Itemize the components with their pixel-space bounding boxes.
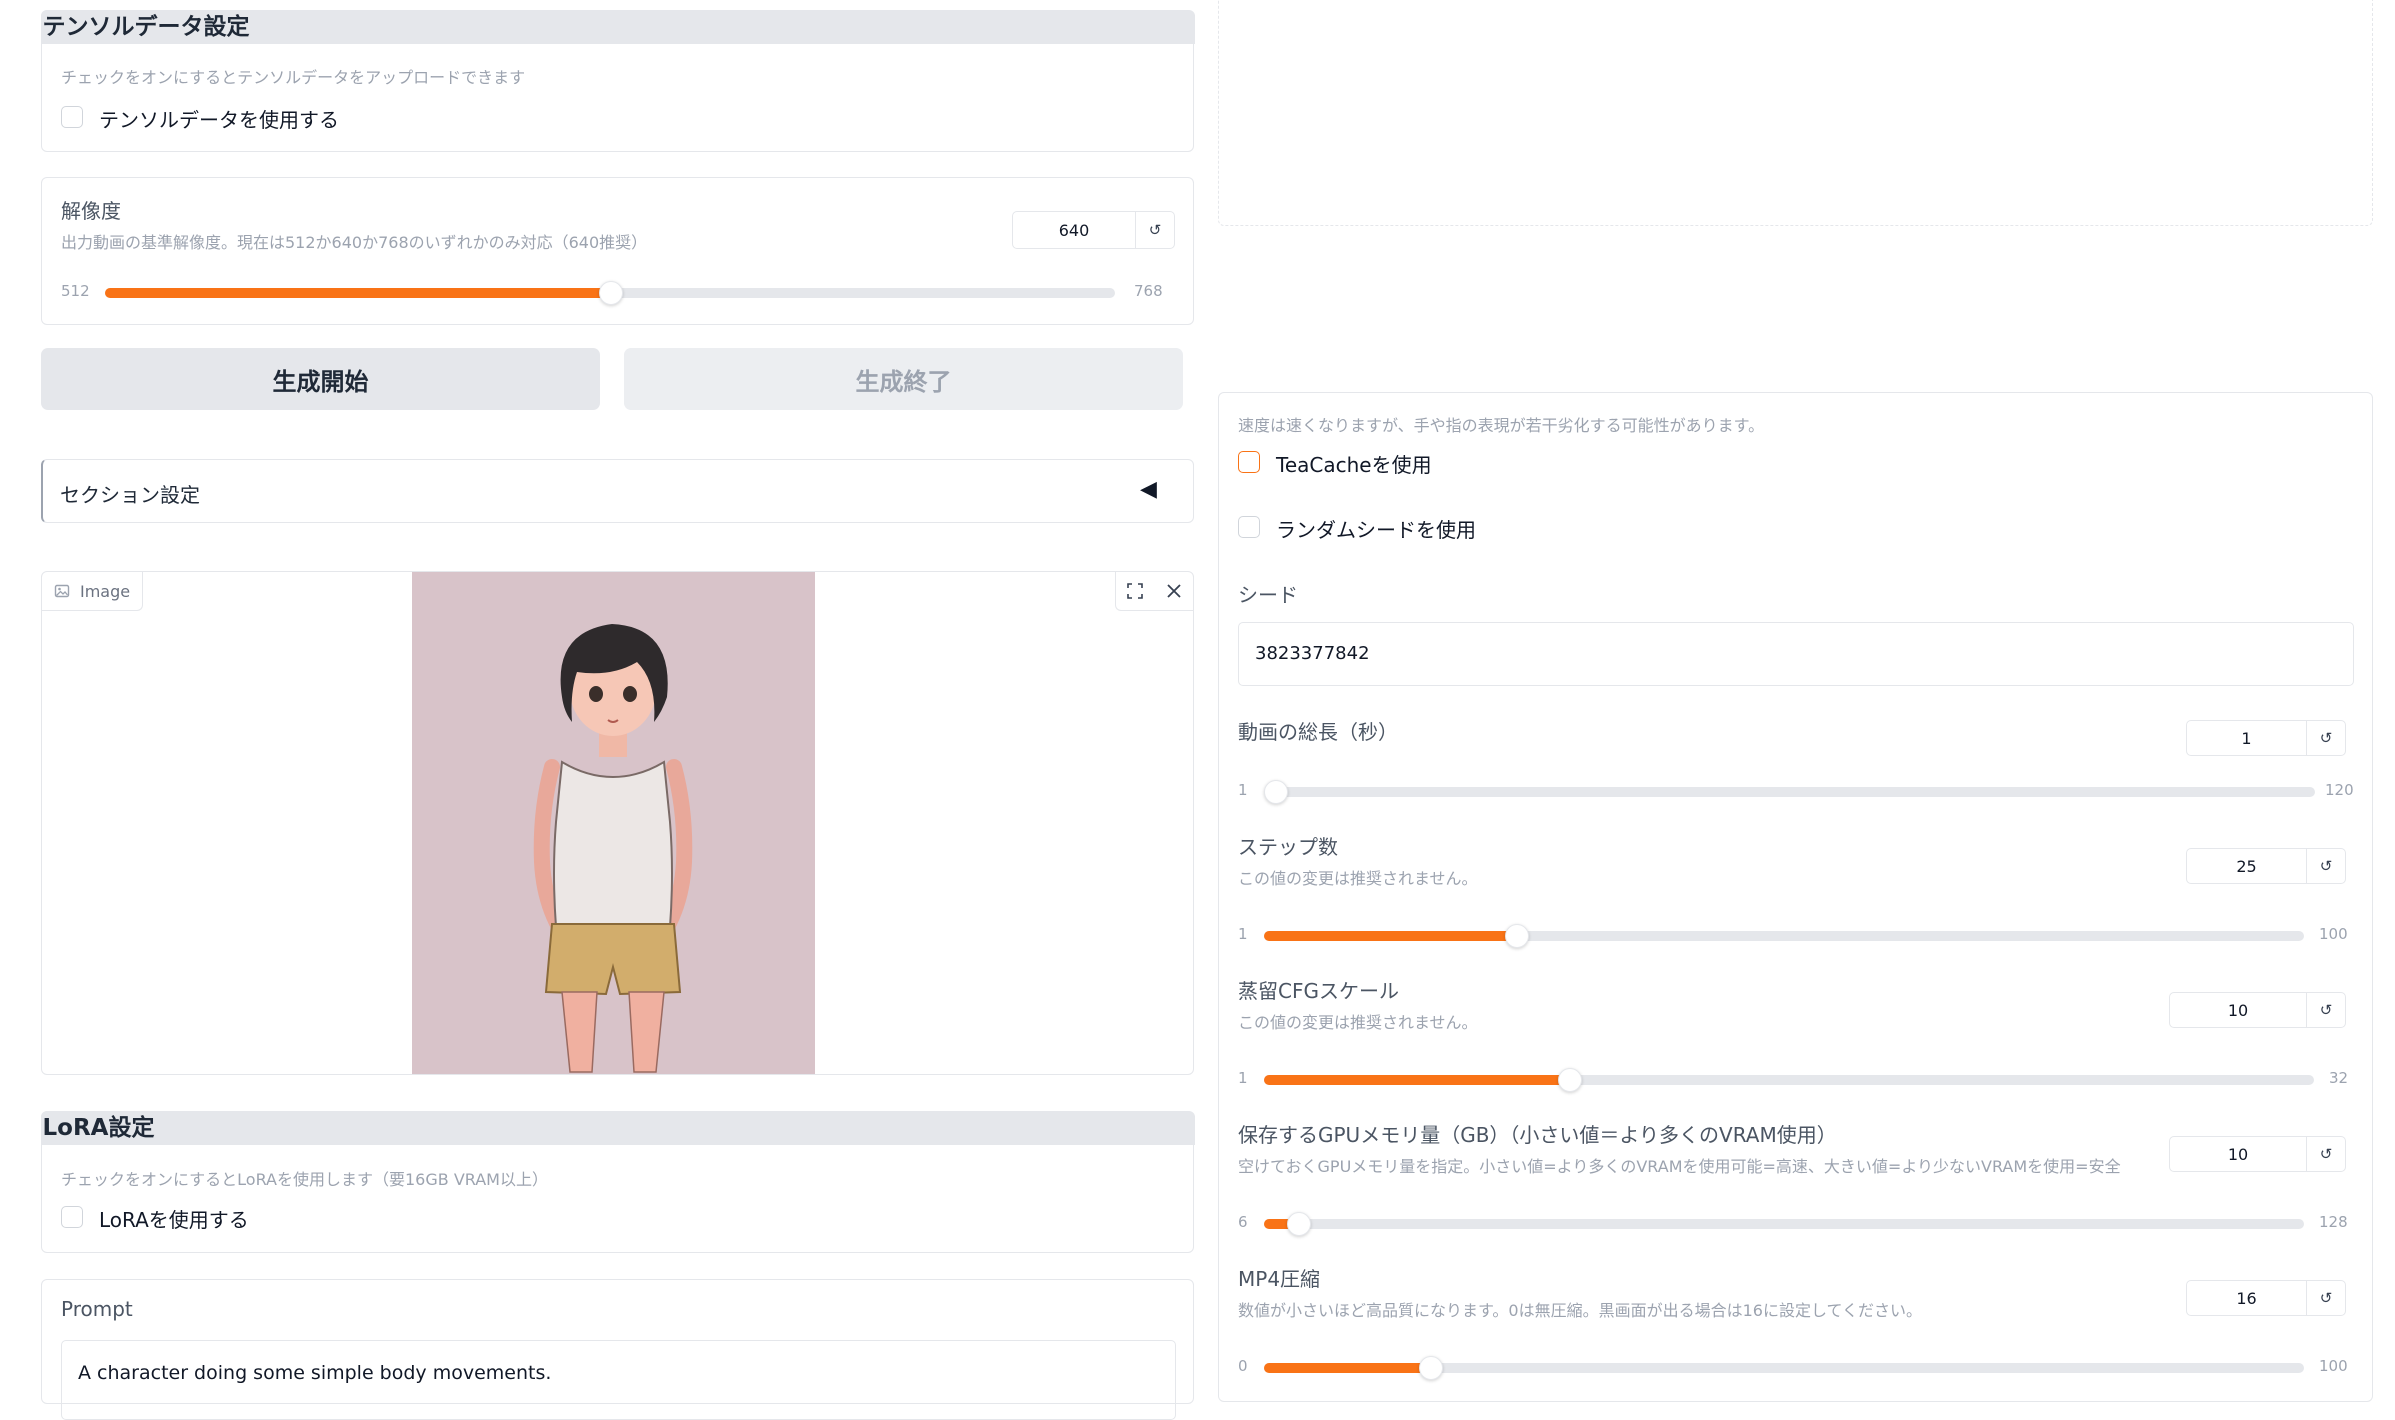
- lora-checkbox-label: LoRAを使用する: [99, 1208, 249, 1232]
- cfg-scale-min: 1: [1238, 1069, 1248, 1087]
- cfg-scale-info: この値の変更は推奨されません。: [1238, 1013, 1478, 1032]
- random-seed-checkbox[interactable]: [1238, 516, 1260, 538]
- gpu-memory-reset-icon[interactable]: ↺: [2306, 1137, 2345, 1171]
- steps-info: この値の変更は推奨されません。: [1238, 869, 1478, 888]
- lora-settings-header: LoRA設定: [40, 1110, 1195, 1145]
- mp4-compression-input[interactable]: 16 ↺: [2186, 1280, 2346, 1316]
- slider-fill: [105, 288, 610, 298]
- slider-thumb[interactable]: [1557, 1068, 1582, 1092]
- tensor-checkbox-label: テンソルデータを使用する: [99, 108, 339, 132]
- generate-start-button[interactable]: 生成開始: [41, 348, 600, 410]
- slider-thumb[interactable]: [1287, 1212, 1312, 1236]
- gpu-memory-info: 空けておくGPUメモリ量を指定。小さい値=より多くのVRAMを使用可能=高速、大…: [1238, 1157, 2121, 1176]
- prompt-text: A character doing some simple body movem…: [78, 1362, 552, 1384]
- resolution-slider[interactable]: [105, 281, 1115, 305]
- resolution-label: 解像度: [61, 199, 121, 223]
- steps-value[interactable]: 25: [2187, 849, 2306, 883]
- prompt-panel: Prompt A character doing some simple bod…: [41, 1279, 1194, 1420]
- section-settings-label: セクション設定: [60, 483, 200, 507]
- fullscreen-icon[interactable]: [1126, 582, 1144, 600]
- steps-slider[interactable]: [1264, 924, 2304, 948]
- slider-fill: [1264, 1363, 1431, 1373]
- lora-settings-panel: LoRA設定 チェックをオンにするとLoRAを使用します（要16GB VRAM以…: [40, 1110, 1195, 1253]
- video-length-label: 動画の総長（秒）: [1238, 720, 1398, 744]
- cfg-scale-input[interactable]: 10 ↺: [2169, 992, 2346, 1028]
- mp4-compression-info: 数値が小さいほど高品質になります。0は無圧縮。黒画面が出る場合は16に設定してく…: [1238, 1301, 1922, 1320]
- seed-label: シード: [1238, 583, 1298, 607]
- cfg-scale-reset-icon[interactable]: ↺: [2306, 993, 2345, 1027]
- video-length-value[interactable]: 1: [2187, 721, 2306, 755]
- video-length-input[interactable]: 1 ↺: [2186, 720, 2346, 756]
- video-length-max: 120: [2325, 781, 2354, 799]
- character-illustration: [533, 624, 693, 1073]
- gpu-memory-min: 6: [1238, 1213, 1248, 1231]
- video-length-reset-icon[interactable]: ↺: [2306, 721, 2345, 755]
- steps-min: 1: [1238, 925, 1248, 943]
- image-icon: [54, 584, 70, 598]
- steps-reset-icon[interactable]: ↺: [2306, 849, 2345, 883]
- lora-info: チェックをオンにするとLoRAを使用します（要16GB VRAM以上）: [61, 1170, 548, 1189]
- image-toolbar: [1115, 572, 1193, 611]
- gpu-memory-label: 保存するGPUメモリ量（GB）（小さい値＝より多くのVRAM使用）: [1238, 1123, 1837, 1147]
- resolution-panel: 解像度 出力動画の基準解像度。現在は512か640か768のいずれかのみ対応（6…: [41, 177, 1194, 325]
- steps-input[interactable]: 25 ↺: [2186, 848, 2346, 884]
- cfg-scale-max: 32: [2329, 1069, 2349, 1087]
- resolution-number-input[interactable]: 640 ↺: [1012, 211, 1175, 249]
- tensor-checkbox[interactable]: [61, 106, 83, 128]
- tensor-info: チェックをオンにするとテンソルデータをアップロードできます: [61, 68, 526, 87]
- slider-fill: [1264, 1075, 1569, 1085]
- resolution-value[interactable]: 640: [1013, 212, 1135, 248]
- resolution-min: 512: [61, 282, 90, 300]
- mp4-compression-value[interactable]: 16: [2187, 1281, 2306, 1315]
- image-label-tag: Image: [42, 572, 144, 611]
- tensor-settings-panel: テンソルデータ設定 チェックをオンにするとテンソルデータをアップロードできます …: [40, 9, 1195, 152]
- gpu-memory-input[interactable]: 10 ↺: [2169, 1136, 2346, 1172]
- slider-fill: [1264, 931, 1517, 941]
- gpu-memory-max: 128: [2319, 1213, 2348, 1231]
- resolution-max: 768: [1134, 282, 1163, 300]
- resolution-reset-icon[interactable]: ↺: [1135, 212, 1174, 248]
- prompt-label: Prompt: [61, 1297, 133, 1321]
- slider-thumb[interactable]: [1505, 924, 1530, 948]
- image-label: Image: [80, 581, 131, 601]
- gpu-memory-slider[interactable]: [1264, 1212, 2304, 1236]
- resolution-info: 出力動画の基準解像度。現在は512か640か768のいずれかのみ対応（640推奨…: [61, 233, 648, 252]
- collapse-triangle-icon[interactable]: ◀: [1140, 477, 1157, 502]
- mp4-compression-slider[interactable]: [1264, 1356, 2304, 1380]
- teacache-info: 速度は速くなりますが、手や指の表現が若干劣化する可能性があります。: [1238, 416, 1765, 435]
- video-length-min: 1: [1238, 781, 1248, 799]
- cfg-scale-value[interactable]: 10: [2170, 993, 2306, 1027]
- video-length-slider[interactable]: [1264, 780, 2315, 804]
- prompt-textarea[interactable]: A character doing some simple body movem…: [61, 1340, 1176, 1420]
- slider-thumb[interactable]: [599, 281, 623, 305]
- seed-input[interactable]: 3823377842: [1238, 622, 2354, 686]
- random-seed-label: ランダムシードを使用: [1276, 518, 1476, 542]
- mp4-compression-label: MP4圧縮: [1238, 1267, 1321, 1291]
- slider-thumb[interactable]: [1264, 780, 1288, 804]
- mp4-compression-reset-icon[interactable]: ↺: [2306, 1281, 2345, 1315]
- seed-value: 3823377842: [1255, 643, 1370, 664]
- lora-checkbox[interactable]: [61, 1206, 83, 1228]
- output-video-placeholder: [1218, 0, 2373, 226]
- section-settings-accordion[interactable]: セクション設定 ◀: [41, 459, 1194, 523]
- steps-label: ステップ数: [1238, 835, 1338, 859]
- generate-end-button[interactable]: 生成終了: [624, 348, 1183, 410]
- image-panel[interactable]: Image: [41, 571, 1194, 1075]
- slider-thumb[interactable]: [1419, 1356, 1444, 1380]
- tensor-settings-header: テンソルデータ設定: [40, 9, 1195, 44]
- steps-max: 100: [2319, 925, 2348, 943]
- advanced-settings-panel: 速度は速くなりますが、手や指の表現が若干劣化する可能性があります。 TeaCac…: [1218, 392, 2373, 1402]
- mp4-compression-max: 100: [2319, 1357, 2348, 1375]
- mp4-compression-min: 0: [1238, 1357, 1248, 1375]
- gpu-memory-value[interactable]: 10: [2170, 1137, 2306, 1171]
- teacache-label: TeaCacheを使用: [1276, 453, 1432, 477]
- uploaded-character-image: [412, 572, 815, 1074]
- cfg-scale-slider[interactable]: [1264, 1068, 2314, 1092]
- cfg-scale-label: 蒸留CFGスケール: [1238, 979, 1399, 1003]
- teacache-checkbox[interactable]: [1238, 451, 1260, 473]
- close-icon[interactable]: [1165, 582, 1183, 600]
